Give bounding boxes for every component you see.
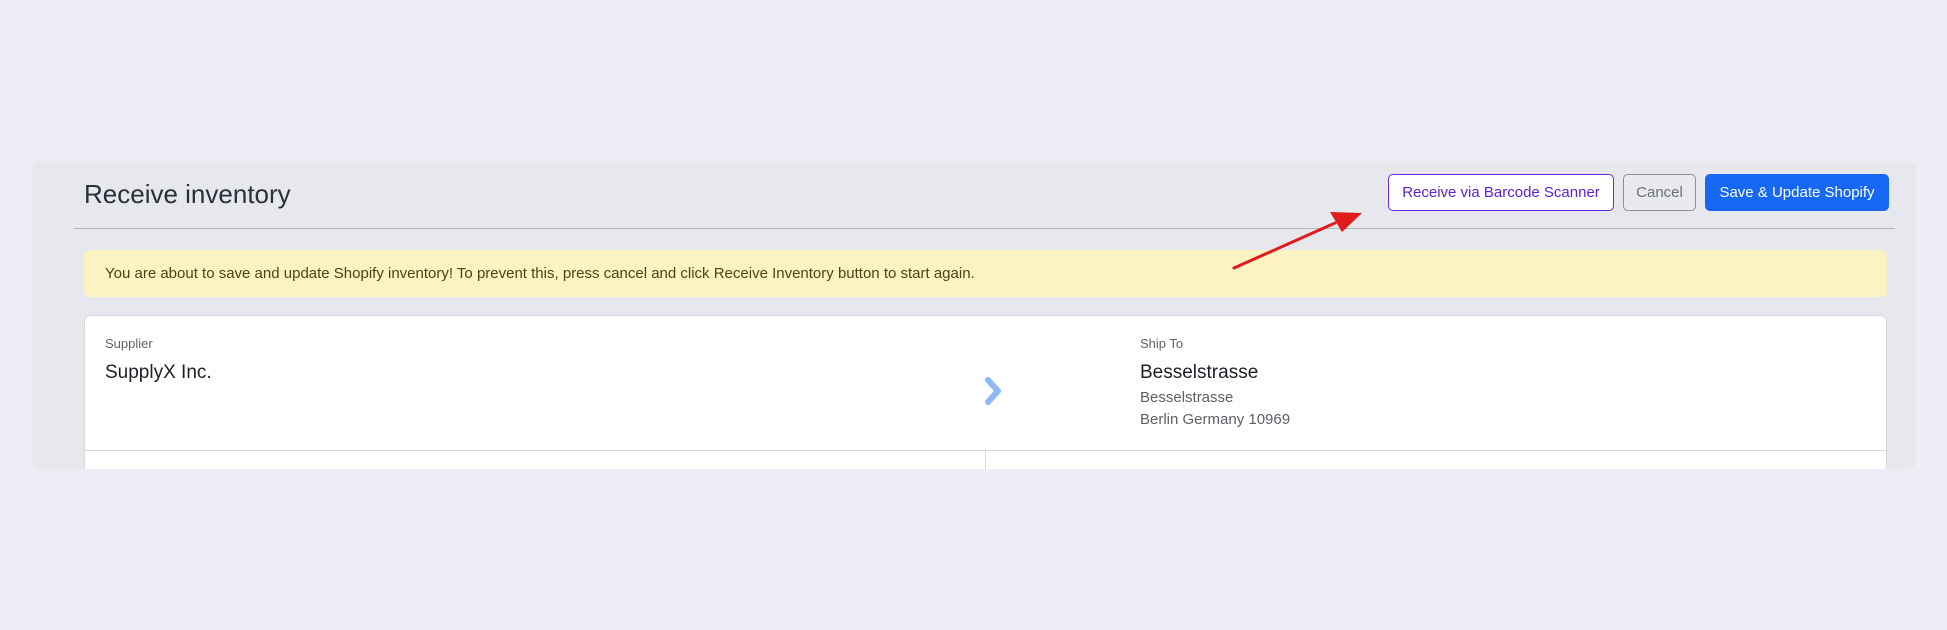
ship-to-label: Ship To [1140,336,1184,351]
receive-via-barcode-button[interactable]: Receive via Barcode Scanner [1388,174,1614,211]
receive-inventory-panel: Receive inventory Receive via Barcode Sc… [32,161,1916,469]
supplier-shipto-card: Supplier SupplyX Inc. Ship To Besselstra… [84,315,1887,469]
supplier-label: Supplier [105,336,153,351]
header-divider [74,228,1895,229]
warning-banner: You are about to save and update Shopify… [84,250,1887,297]
ship-to-name: Besselstrasse [1140,362,1259,383]
page-title: Receive inventory [84,179,291,209]
warning-message: You are about to save and update Shopify… [105,265,975,282]
save-update-shopify-button[interactable]: Save & Update Shopify [1705,174,1889,211]
ship-to-address-line2: Berlin Germany 10969 [1140,411,1291,428]
supplier-name: SupplyX Inc. [105,362,212,383]
cancel-button[interactable]: Cancel [1623,174,1696,211]
ship-to-address-line1: Besselstrasse [1140,389,1234,406]
chevron-right-icon [985,377,1001,405]
card-column-divider [985,450,986,469]
